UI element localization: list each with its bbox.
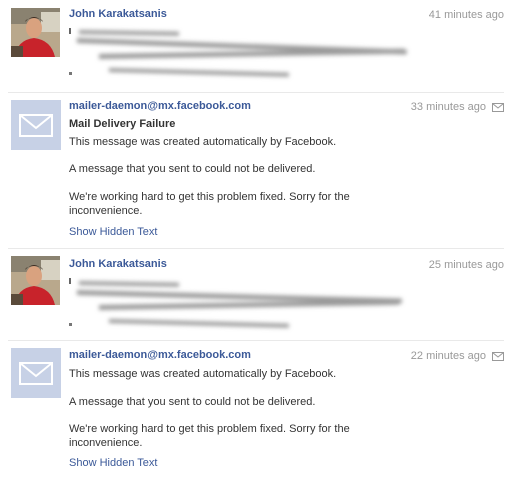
message-subject: Mail Delivery Failure — [69, 118, 176, 130]
message-item: John Karakatsanis 25 minutes ago — [0, 250, 518, 340]
message-body-line: A message that you sent to could not be … — [69, 163, 316, 175]
show-hidden-text-link[interactable]: Show Hidden Text — [69, 457, 157, 469]
message-author[interactable]: John Karakatsanis — [69, 258, 167, 270]
message-body-line: inconvenience. — [69, 437, 143, 449]
message-body-line: This message was created automatically b… — [69, 136, 337, 148]
message-author[interactable]: mailer-daemon@mx.facebook.com — [69, 349, 251, 361]
default-mail-avatar-icon[interactable] — [11, 348, 61, 398]
message-item: John Karakatsanis 41 minutes ago — [0, 0, 518, 92]
message-body-line: We're working hard to get this problem f… — [69, 191, 350, 203]
redacted-message-body — [69, 24, 414, 84]
message-timestamp: 41 minutes ago — [428, 9, 504, 21]
show-hidden-text-link[interactable]: Show Hidden Text — [69, 226, 157, 238]
message-item: mailer-daemon@mx.facebook.com 22 minutes… — [0, 341, 518, 478]
message-timestamp: 22 minutes ago — [410, 350, 486, 362]
message-body-line: We're working hard to get this problem f… — [69, 423, 350, 435]
message-body-line: inconvenience. — [69, 205, 143, 217]
redacted-message-body — [69, 274, 414, 334]
message-item: mailer-daemon@mx.facebook.com 33 minutes… — [0, 93, 518, 247]
message-body-line: A message that you sent to could not be … — [69, 396, 316, 408]
user-photo-avatar[interactable] — [11, 256, 60, 305]
default-mail-avatar-icon[interactable] — [11, 100, 61, 150]
message-timestamp: 25 minutes ago — [428, 259, 504, 271]
user-photo-avatar[interactable] — [11, 8, 60, 57]
message-body-line: This message was created automatically b… — [69, 368, 337, 380]
message-divider — [8, 248, 504, 249]
message-author[interactable]: John Karakatsanis — [69, 8, 167, 20]
message-timestamp: 33 minutes ago — [410, 101, 486, 113]
message-author[interactable]: mailer-daemon@mx.facebook.com — [69, 100, 251, 112]
envelope-icon[interactable] — [492, 352, 504, 361]
envelope-icon[interactable] — [492, 103, 504, 112]
